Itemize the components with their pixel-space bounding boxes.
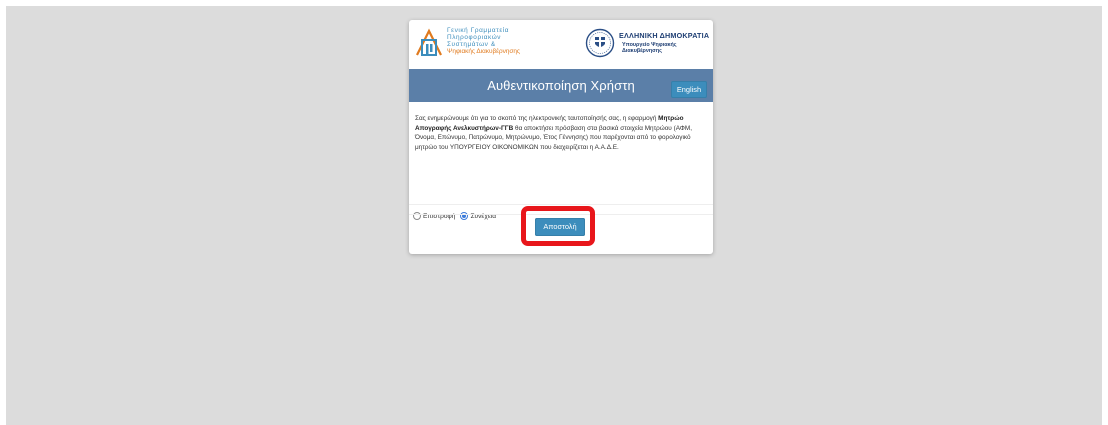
gsis-logo-icon [416,28,442,56]
hellenic-republic-logo: ΕΛΛΗΝΙΚΗ ΔΗΜΟΚΡΑΤΙΑ Υπουργείο Ψηφιακής Δ… [585,28,711,60]
title-bar: Αυθεντικοποίηση Χρήστη English [409,69,713,102]
hellenic-republic-seal-icon [585,28,615,58]
ministry-line-2: Διακυβέρνησης [622,48,662,54]
submit-button[interactable]: Αποστολή [535,218,585,236]
gsis-logo: Γενική Γραμματεία Πληροφοριακών Συστημάτ… [415,26,555,62]
header-logos: Γενική Γραμματεία Πληροφοριακών Συστημάτ… [409,20,713,69]
gsis-line-3: Συστημάτων & [447,41,496,48]
options-divider [409,204,713,205]
english-language-button[interactable]: English [671,81,707,98]
consent-notice: Σας ενημερώνουμε ότι για το σκοπό της ηλ… [415,114,709,152]
gsis-logo-text: Γενική Γραμματεία Πληροφοριακών Συστημάτ… [447,27,520,55]
gsis-line-2: Πληροφοριακών [447,34,502,41]
gsis-line-4: Ψηφιακής Διακυβέρνησης [447,48,520,55]
page-title: Αυθεντικοποίηση Χρήστη [487,78,635,93]
consent-options: Επιστροφή Συνέχεια [413,211,501,221]
republic-title: ΕΛΛΗΝΙΚΗ ΔΗΜΟΚΡΑΤΙΑ [619,31,710,40]
gsis-line-1: Γενική Γραμματεία [447,27,510,34]
notice-text-part-1: Σας ενημερώνουμε ότι για το σκοπό της ηλ… [415,115,659,122]
ministry-name: Υπουργείο Ψηφιακής Διακυβέρνησης [622,42,677,54]
